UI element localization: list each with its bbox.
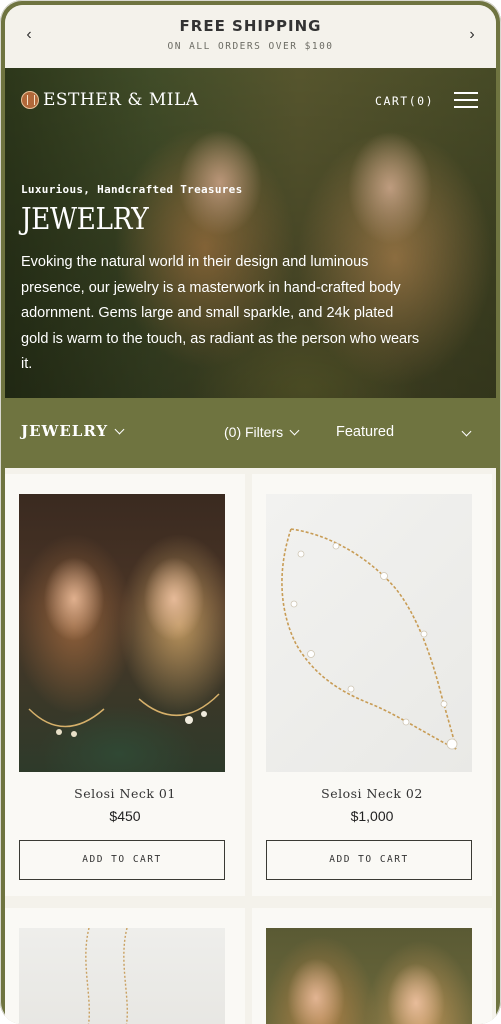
brand-name: ESTHER & MILA xyxy=(43,90,199,110)
product-card[interactable]: Selosi Neck 01 $450 ADD TO CART xyxy=(5,468,245,896)
announcement-title: FREE SHIPPING xyxy=(179,17,322,35)
sort-select[interactable]: Featured xyxy=(336,424,476,440)
product-image[interactable] xyxy=(19,494,225,772)
chain-icon xyxy=(85,928,129,1024)
product-image[interactable] xyxy=(19,928,225,1024)
hero-description: Evoking the natural world in their desig… xyxy=(21,254,420,372)
brand-logo[interactable]: ESTHER & MILA xyxy=(21,90,199,110)
hero-title: JEWELRY xyxy=(21,202,149,237)
product-name[interactable]: Selosi Neck 02 xyxy=(252,786,492,801)
announcement-bar: ‹ FREE SHIPPING ON ALL ORDERS OVER $100 … xyxy=(5,5,496,67)
cart-link[interactable]: CART(0) xyxy=(375,94,434,108)
hero-banner: ESTHER & MILA CART(0) Luxurious, Handcra… xyxy=(5,68,496,398)
product-price: $1,000 xyxy=(350,808,394,824)
product-grid: Selosi Neck 01 $450 ADD TO CART Selosi N… xyxy=(5,468,496,1024)
product-card[interactable] xyxy=(252,902,492,1024)
category-dropdown[interactable]: JEWELRY xyxy=(21,422,125,440)
product-name[interactable]: Selosi Neck 01 xyxy=(5,786,245,801)
necklace-icon xyxy=(281,528,458,750)
hero-eyebrow: Luxurious, Handcrafted Treasures xyxy=(21,183,243,196)
phone-frame: ‹ FREE SHIPPING ON ALL ORDERS OVER $100 … xyxy=(0,0,501,1024)
product-card[interactable] xyxy=(5,902,245,1024)
product-card[interactable]: Selosi Neck 02 $1,000 ADD TO CART xyxy=(252,468,492,896)
page: ‹ FREE SHIPPING ON ALL ORDERS OVER $100 … xyxy=(5,5,496,1024)
chevron-down-icon xyxy=(461,426,472,437)
chevron-down-icon xyxy=(289,425,300,436)
filters-label: (0) Filters xyxy=(224,424,284,440)
product-price: $450 xyxy=(109,808,141,824)
product-image[interactable] xyxy=(266,494,472,772)
chevron-right-icon[interactable]: › xyxy=(462,25,482,45)
product-image[interactable] xyxy=(266,928,472,1024)
necklace-detail-icon xyxy=(28,693,220,737)
add-to-cart-button[interactable]: ADD TO CART xyxy=(19,840,225,880)
add-to-cart-button[interactable]: ADD TO CART xyxy=(266,840,472,880)
filters-button[interactable]: (0) Filters xyxy=(224,424,300,440)
category-label: JEWELRY xyxy=(21,422,109,440)
sort-label: Featured xyxy=(336,424,395,440)
filter-bar: JEWELRY (0) Filters Featured xyxy=(5,398,496,468)
logo-mark-icon xyxy=(21,91,39,109)
announcement-subtitle: ON ALL ORDERS OVER $100 xyxy=(167,41,334,52)
hamburger-menu-icon[interactable] xyxy=(454,91,478,109)
chevron-down-icon xyxy=(114,424,125,435)
